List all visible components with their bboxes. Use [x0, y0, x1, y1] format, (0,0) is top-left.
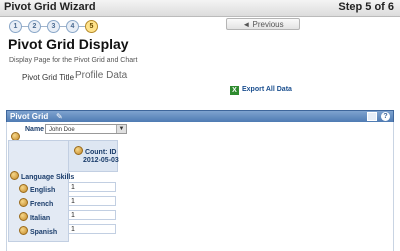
- pivot-grid-title-value: Profile Data: [75, 70, 128, 81]
- settings-icon[interactable]: ✎: [56, 112, 63, 121]
- previous-button[interactable]: ◄ Previous: [226, 18, 300, 30]
- chevron-down-icon[interactable]: ▼: [116, 125, 126, 133]
- wizard-header: Pivot Grid Wizard Step 5 of 6: [0, 0, 400, 17]
- row-italian: Italian: [19, 212, 50, 222]
- cell-value: 1: [68, 196, 116, 206]
- row-label: Spanish: [29, 229, 58, 236]
- member-icon: [19, 226, 28, 235]
- export-label: Export All Data: [242, 86, 292, 93]
- excel-icon: X: [230, 86, 239, 95]
- wizard-title: Pivot Grid Wizard: [4, 1, 96, 13]
- row-label: French: [29, 201, 54, 208]
- step-2[interactable]: 2: [28, 20, 41, 33]
- member-icon: [19, 198, 28, 207]
- row-french: French: [19, 198, 53, 208]
- cell-value: 1: [68, 224, 116, 234]
- cell-value: 1: [68, 182, 116, 192]
- page-subtitle: Display Page for the Pivot Grid and Char…: [9, 57, 138, 64]
- dimension-icon: [10, 171, 19, 180]
- step-4[interactable]: 4: [66, 20, 79, 33]
- count-id-header[interactable]: Count: ID: [74, 146, 116, 156]
- cell-value: 1: [68, 210, 116, 220]
- measure-icon: [74, 146, 83, 155]
- name-select-value: John Doe: [49, 127, 75, 133]
- export-all-data-link[interactable]: X Export All Data: [230, 86, 292, 95]
- name-select[interactable]: John Doe ▼: [45, 124, 127, 134]
- row-spanish: Spanish: [19, 226, 57, 236]
- name-filter-label: Name: [25, 126, 45, 133]
- member-icon: [19, 212, 28, 221]
- page-title: Pivot Grid Display: [8, 36, 129, 52]
- language-skills-header[interactable]: Language Skills: [10, 171, 74, 181]
- step-5-current: 5: [85, 20, 98, 33]
- row-label: English: [29, 187, 56, 194]
- row-english: English: [19, 184, 55, 194]
- date-column-header: 2012-05-03: [83, 157, 119, 164]
- wizard-step-indicator: Step 5 of 6: [338, 1, 394, 13]
- step-3[interactable]: 3: [47, 20, 60, 33]
- language-skills-label: Language Skills: [20, 174, 75, 181]
- row-label: Italian: [29, 215, 51, 222]
- count-id-label: Count: ID: [84, 149, 117, 156]
- help-icon[interactable]: ?: [381, 112, 390, 121]
- member-icon: [19, 184, 28, 193]
- panel-title: Pivot Grid: [10, 112, 49, 121]
- pivot-grid-title-label: Pivot Grid Title: [22, 73, 75, 82]
- step-1[interactable]: 1: [9, 20, 22, 33]
- view-options-icon[interactable]: [367, 112, 377, 121]
- column-header-area: [68, 140, 118, 172]
